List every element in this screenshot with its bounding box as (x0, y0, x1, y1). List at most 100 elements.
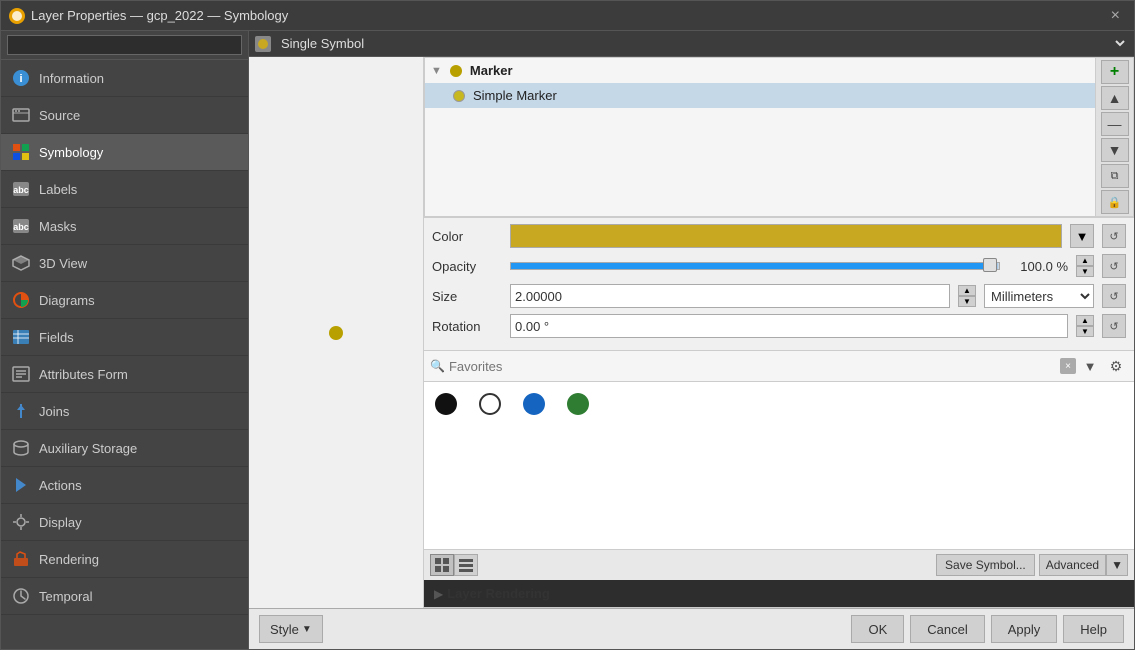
app-icon (9, 8, 25, 24)
cancel-button[interactable]: Cancel (910, 615, 984, 643)
advanced-button[interactable]: Advanced (1039, 554, 1106, 576)
sidebar-item-label: Source (39, 108, 80, 123)
info-icon: i (11, 68, 31, 88)
rotation-row: Rotation ▲ ▼ ↺ (432, 314, 1126, 338)
rotation-up-button[interactable]: ▲ (1076, 315, 1094, 326)
list-view-button[interactable] (454, 554, 478, 576)
marker-dot (450, 65, 462, 77)
attributes-icon (11, 364, 31, 384)
symbol-toolbar: + ▲ — ▼ ⧉ 🔒 (1096, 57, 1134, 217)
sidebar-item-source[interactable]: Source (1, 97, 248, 134)
titlebar: Layer Properties — gcp_2022 — Symbology … (1, 1, 1134, 31)
rotation-reset-button[interactable]: ↺ (1102, 314, 1126, 338)
marker-item-blue-filled[interactable] (520, 390, 548, 418)
sidebar-search-input[interactable] (7, 35, 242, 55)
sidebar-search-box (1, 31, 248, 60)
lock-symbol-button[interactable]: 🔒 (1101, 190, 1129, 214)
move-down-button[interactable]: ▼ (1101, 138, 1129, 162)
view-toggle-row: Save Symbol... Advanced ▼ (424, 549, 1134, 580)
sidebar-item-symbology[interactable]: Symbology (1, 134, 248, 171)
close-button[interactable]: × (1105, 5, 1126, 27)
sidebar-item-actions[interactable]: Actions (1, 467, 248, 504)
sidebar-item-label: Labels (39, 182, 77, 197)
layer-rendering-expand[interactable]: ▶ (434, 587, 443, 601)
sidebar-item-label: 3D View (39, 256, 87, 271)
favorites-clear-button[interactable]: × (1060, 358, 1076, 374)
svg-text:abc: abc (13, 222, 29, 232)
marker-layer-item[interactable]: ▼ Marker (425, 58, 1095, 83)
sidebar-item-masks[interactable]: abc Masks (1, 208, 248, 245)
remove-symbol-button[interactable]: — (1101, 112, 1129, 136)
color-reset-button[interactable]: ↺ (1102, 224, 1126, 248)
sidebar-item-auxiliary-storage[interactable]: Auxiliary Storage (1, 430, 248, 467)
size-input[interactable] (510, 284, 950, 308)
simple-marker-item[interactable]: Simple Marker (425, 83, 1095, 108)
symbol-type-dropdown[interactable]: Single Symbol (277, 35, 1128, 52)
advanced-dropdown-button[interactable]: ▼ (1106, 554, 1128, 576)
sidebar-item-joins[interactable]: Joins (1, 393, 248, 430)
sidebar-item-label: Joins (39, 404, 69, 419)
grid-view-button[interactable] (430, 554, 454, 576)
style-label: Style (270, 622, 299, 637)
duplicate-symbol-button[interactable]: ⧉ (1101, 164, 1129, 188)
sidebar-item-label: Actions (39, 478, 82, 493)
sidebar-item-attributes-form[interactable]: Attributes Form (1, 356, 248, 393)
favorites-dropdown-button[interactable]: ▼ (1080, 356, 1100, 376)
simple-marker-label: Simple Marker (473, 88, 557, 103)
sidebar-item-label: Masks (39, 219, 77, 234)
size-reset-button[interactable]: ↺ (1102, 284, 1126, 308)
sidebar-item-temporal[interactable]: Temporal (1, 578, 248, 615)
size-down-button[interactable]: ▼ (958, 296, 976, 307)
add-symbol-button[interactable]: + (1101, 60, 1129, 84)
opacity-slider[interactable] (510, 262, 1000, 270)
svg-text:i: i (19, 73, 22, 85)
main-panel: Single Symbol ▼ (249, 31, 1134, 649)
save-symbol-button[interactable]: Save Symbol... (936, 554, 1035, 576)
color-swatch[interactable] (510, 224, 1062, 248)
size-label: Size (432, 289, 502, 304)
opacity-down-button[interactable]: ▼ (1076, 266, 1094, 277)
favorites-bar: 🔍 × ▼ ⚙ (424, 350, 1134, 382)
window-title: Layer Properties — gcp_2022 — Symbology (31, 8, 288, 23)
marker-layer-label: Marker (470, 63, 513, 78)
style-button-wrapper: Style ▼ (259, 615, 323, 643)
sidebar-item-label: Rendering (39, 552, 99, 567)
symbology-icon (11, 142, 31, 162)
rotation-down-button[interactable]: ▼ (1076, 326, 1094, 337)
apply-button[interactable]: Apply (991, 615, 1058, 643)
size-unit-select[interactable]: Millimeters Pixels Points Inches Map Uni… (984, 284, 1094, 308)
help-button[interactable]: Help (1063, 615, 1124, 643)
sidebar-item-display[interactable]: Display (1, 504, 248, 541)
sidebar-item-diagrams[interactable]: Diagrams (1, 282, 248, 319)
sidebar-item-labels[interactable]: abc Labels (1, 171, 248, 208)
size-up-button[interactable]: ▲ (958, 285, 976, 296)
sidebar-scroll-wrapper: i Information Source Sy (1, 60, 248, 649)
sidebar-item-label: Diagrams (39, 293, 95, 308)
ok-button[interactable]: OK (851, 615, 904, 643)
favorites-input[interactable] (449, 359, 1056, 374)
joins-icon (11, 401, 31, 421)
opacity-spinner: ▲ ▼ (1076, 255, 1094, 277)
color-dropdown-button[interactable]: ▼ (1070, 224, 1094, 248)
style-button[interactable]: Style ▼ (259, 615, 323, 643)
move-up-button[interactable]: ▲ (1101, 86, 1129, 110)
expand-arrow: ▼ (431, 65, 442, 77)
sidebar-item-information[interactable]: i Information (1, 60, 248, 97)
sidebar-item-fields[interactable]: Fields (1, 319, 248, 356)
sidebar-item-label: Temporal (39, 589, 92, 604)
rotation-input[interactable] (510, 314, 1068, 338)
sidebar-item-3dview[interactable]: 3D View (1, 245, 248, 282)
opacity-reset-button[interactable]: ↺ (1102, 254, 1126, 278)
marker-item-green-filled[interactable] (564, 390, 592, 418)
opacity-up-button[interactable]: ▲ (1076, 255, 1094, 266)
storage-icon (11, 438, 31, 458)
sidebar-item-label: Fields (39, 330, 74, 345)
symbol-tree: ▼ Marker Simple Marker (424, 57, 1096, 217)
favorites-settings-button[interactable]: ⚙ (1104, 354, 1128, 378)
dialog-footer: Style ▼ OK Cancel Apply Help (249, 608, 1134, 649)
marker-item-circle-outline[interactable] (476, 390, 504, 418)
tree-toolbar-area: ▼ Marker Simple Marker + ▲ (424, 57, 1134, 217)
sidebar-item-rendering[interactable]: Rendering (1, 541, 248, 578)
sidebar-item-label: Auxiliary Storage (39, 441, 137, 456)
marker-item-black-filled[interactable] (432, 390, 460, 418)
